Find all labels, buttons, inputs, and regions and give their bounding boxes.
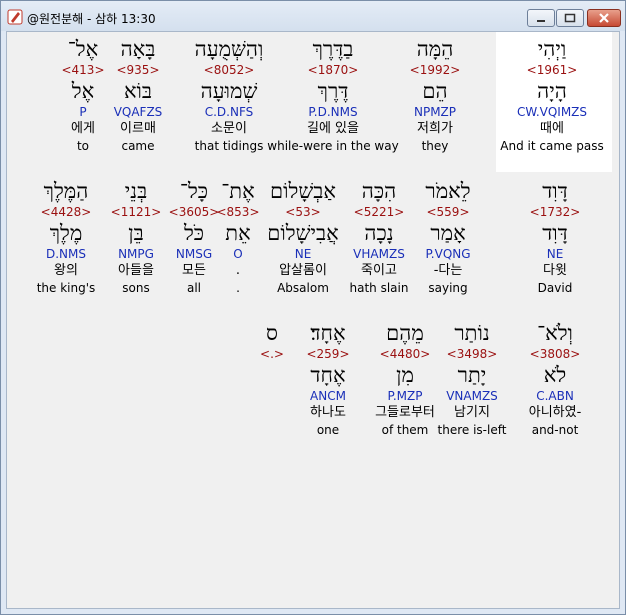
maximize-icon bbox=[564, 13, 576, 23]
title-bar[interactable]: @원전분해 - 삼하 13:30 bbox=[1, 1, 625, 31]
english-gloss: to bbox=[76, 139, 90, 153]
hebrew-word: אֶל־ bbox=[67, 37, 99, 61]
english-gloss: the king's bbox=[36, 281, 96, 295]
strong-number: <413> bbox=[61, 63, 105, 77]
strong-number: <4428> bbox=[40, 205, 92, 219]
parse-code: P bbox=[79, 105, 87, 119]
hebrew-word: ס bbox=[266, 321, 278, 345]
word-column[interactable]: אֶל־ <413> אֶל P 에게 to bbox=[13, 36, 153, 154]
app-window: @원전분해 - 삼하 13:30 וַיְהִי <1961> הָיָה CW.VQ… bbox=[0, 0, 626, 615]
analysis-pane: וַיְהִי <1961> הָיָה CW.VQIMZS 때에 And it came… bbox=[6, 31, 620, 609]
word-column[interactable]: ס <.> bbox=[202, 320, 342, 438]
strong-number: <.> bbox=[260, 347, 284, 361]
english-gloss bbox=[202, 422, 342, 438]
hebrew-word: הַמֶּלֶךְ bbox=[43, 179, 89, 203]
korean-gloss bbox=[202, 404, 342, 422]
word-column[interactable]: הַמֶּלֶךְ <4428> מֶלֶךְ D.NMS 왕의 the king's bbox=[7, 178, 136, 296]
window-title: @원전분해 - 삼하 13:30 bbox=[27, 12, 156, 26]
korean-gloss: 에게 bbox=[71, 121, 95, 136]
korean-gloss: 왕의 bbox=[54, 263, 78, 278]
app-icon bbox=[7, 9, 23, 25]
hebrew-lemma: אֶל bbox=[71, 79, 95, 103]
minimize-icon bbox=[537, 20, 545, 22]
close-button[interactable] bbox=[587, 9, 621, 27]
hebrew-lemma: מֶלֶךְ bbox=[49, 221, 83, 245]
parse-code bbox=[202, 388, 342, 404]
close-icon bbox=[599, 13, 609, 23]
hebrew-lemma bbox=[202, 362, 342, 388]
parse-code: D.NMS bbox=[45, 247, 86, 261]
minimize-button[interactable] bbox=[527, 9, 555, 27]
maximize-button[interactable] bbox=[556, 9, 584, 27]
